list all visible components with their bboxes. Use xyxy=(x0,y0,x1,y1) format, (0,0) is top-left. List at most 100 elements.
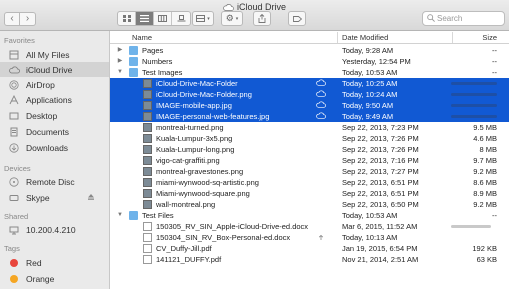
arrange-icon xyxy=(196,15,206,22)
progress-bar xyxy=(451,225,491,228)
file-size: 8 MB xyxy=(479,145,497,154)
cloud-icon xyxy=(316,79,326,88)
search-placeholder: Search xyxy=(437,14,463,23)
file-name: Kuala-Lumpur-long.png xyxy=(156,145,235,154)
file-name: IMAGE-mobile-app.jpg xyxy=(156,101,232,110)
file-name: Test Files xyxy=(142,211,174,220)
chevron-left-icon: ‹ xyxy=(10,13,14,24)
sidebar-item-skype[interactable]: Skype xyxy=(0,190,109,205)
cover-flow-button[interactable] xyxy=(172,12,190,25)
share-button[interactable] xyxy=(253,11,271,26)
progress-bar xyxy=(451,104,497,107)
file-size: 4.6 MB xyxy=(473,134,497,143)
column-divider[interactable] xyxy=(452,32,453,43)
sidebar-item-tag-orange[interactable]: Orange xyxy=(0,271,109,286)
file-size: 8.9 MB xyxy=(473,189,497,198)
tags-button[interactable] xyxy=(288,11,306,26)
folder-row[interactable]: ▼ Test Files Today, 10:53 AM -- xyxy=(110,210,509,221)
date-modified: Today, 9:50 AM xyxy=(342,101,394,110)
folder-row[interactable]: ▼ Test Images Today, 10:53 AM -- xyxy=(110,67,509,78)
sidebar-item-airdrop[interactable]: AirDrop xyxy=(0,77,109,92)
file-name: 150304_SIN_RV_Box-Personal-ed.docx xyxy=(156,233,291,242)
tag-icon xyxy=(292,15,302,22)
progress-bar xyxy=(451,93,497,96)
toolbar: iCloud Drive ‹ › ▾ ⚙ ▾ Search xyxy=(0,0,509,31)
sidebar-item-desktop[interactable]: Desktop xyxy=(0,108,109,123)
forward-button[interactable]: › xyxy=(20,12,36,26)
disclosure-open-icon[interactable]: ▼ xyxy=(116,68,124,77)
cloud-icon xyxy=(316,112,326,121)
sidebar-section-tags: Tags xyxy=(4,244,20,253)
eject-icon[interactable] xyxy=(87,193,95,203)
date-modified: Today, 10:53 AM xyxy=(342,211,398,220)
list-view-button[interactable] xyxy=(136,12,154,25)
folder-row[interactable]: ▶ Pages Today, 9:28 AM -- xyxy=(110,45,509,56)
sidebar-item-tag-red[interactable]: Red xyxy=(0,255,109,270)
back-button[interactable]: ‹ xyxy=(4,12,20,26)
sidebar-item-label: Red xyxy=(26,257,42,268)
desktop-icon xyxy=(8,110,20,122)
column-date-modified[interactable]: Date Modified xyxy=(342,33,388,42)
column-name[interactable]: Name xyxy=(132,33,152,42)
file-size: 9.2 MB xyxy=(473,200,497,209)
folder-row[interactable]: ▶ Numbers Yesterday, 12:54 PM -- xyxy=(110,56,509,67)
file-size: 192 KB xyxy=(472,244,497,253)
column-divider[interactable] xyxy=(337,32,338,43)
image-file-icon xyxy=(143,90,152,99)
file-row[interactable]: iCloud-Drive-Mac-Folder Today, 10:25 AM xyxy=(110,78,509,89)
file-row[interactable]: IMAGE-personal-web-features.jpg Today, 9:… xyxy=(110,111,509,122)
sidebar-item-shared-host[interactable]: 10.200.4.210 xyxy=(0,222,109,237)
file-row[interactable]: wall-montreal.png Sep 22, 2013, 6:50 PM 9.… xyxy=(110,199,509,210)
column-size[interactable]: Size xyxy=(482,33,497,42)
orange-tag-icon xyxy=(10,274,18,283)
file-row[interactable]: Miami-wynwood-square.png Sep 22, 2013, 6:… xyxy=(110,188,509,199)
file-row[interactable]: IMAGE-mobile-app.jpg Today, 9:50 AM xyxy=(110,100,509,111)
icon-view-button[interactable] xyxy=(118,12,136,25)
file-row[interactable]: 150305_RV_SIN_Apple-iCloud-Drive-ed.docx… xyxy=(110,221,509,232)
file-size: 63 KB xyxy=(476,255,497,264)
file-row[interactable]: montreal-gravestones.png Sep 22, 2013, 7:… xyxy=(110,166,509,177)
sidebar-item-documents[interactable]: Documents xyxy=(0,124,109,139)
file-size: 9.7 MB xyxy=(473,156,497,165)
file-row[interactable]: 150304_SIN_RV_Box-Personal-ed.docx Today,… xyxy=(110,232,509,243)
image-file-icon xyxy=(143,101,152,110)
document-icon xyxy=(143,244,152,253)
sidebar-item-downloads[interactable]: Downloads xyxy=(0,140,109,155)
file-row[interactable]: 141121_DUFFY.pdf Nov 21, 2014, 2:51 AM 63 … xyxy=(110,254,509,265)
sidebar-item-all-my-files[interactable]: All My Files xyxy=(0,47,109,62)
columns-icon xyxy=(158,15,167,22)
file-size: -- xyxy=(492,57,497,66)
arrange-button[interactable]: ▾ xyxy=(192,11,214,26)
sidebar-item-icloud-drive[interactable]: iCloud Drive xyxy=(0,62,109,77)
sidebar-item-applications[interactable]: Applications xyxy=(0,92,109,107)
action-button[interactable]: ⚙ ▾ xyxy=(221,11,243,26)
file-size: -- xyxy=(492,46,497,55)
file-row[interactable]: vigo-cat-graffiti.png Sep 22, 2013, 7:16 … xyxy=(110,155,509,166)
sidebar-item-label: Skype xyxy=(26,192,50,203)
sidebar-item-label: Applications xyxy=(26,94,72,105)
file-row[interactable]: Kuala-Lumpur-3x5.png Sep 22, 2013, 7:26 P… xyxy=(110,133,509,144)
disclosure-closed-icon[interactable]: ▶ xyxy=(116,46,124,55)
file-row[interactable]: Kuala-Lumpur-long.png Sep 22, 2013, 7:26 … xyxy=(110,144,509,155)
date-modified: Today, 9:49 AM xyxy=(342,112,394,121)
file-row[interactable]: iCloud-Drive-Mac-Folder.png Today, 10:24 … xyxy=(110,89,509,100)
file-name: Test Images xyxy=(142,68,183,77)
image-file-icon xyxy=(143,79,152,88)
file-size: -- xyxy=(492,211,497,220)
folder-icon xyxy=(129,68,138,77)
sidebar: Favorites All My Files iCloud Drive AirD… xyxy=(0,31,110,289)
column-view-button[interactable] xyxy=(154,12,172,25)
file-name: IMAGE-personal-web-features.jpg xyxy=(156,112,270,121)
file-row[interactable]: montreal-turned.png Sep 22, 2013, 7:23 PM… xyxy=(110,122,509,133)
date-modified: Today, 10:24 AM xyxy=(342,90,398,99)
disclosure-closed-icon[interactable]: ▶ xyxy=(116,57,124,66)
date-modified: Sep 22, 2013, 7:16 PM xyxy=(342,156,419,165)
file-row[interactable]: CV_Duffy-Jill.pdf Jan 19, 2015, 6:54 PM 19… xyxy=(110,243,509,254)
file-row[interactable]: miami-wynwood-sq-artistic.png Sep 22, 201… xyxy=(110,177,509,188)
date-modified: Sep 22, 2013, 6:51 PM xyxy=(342,189,419,198)
folder-icon xyxy=(129,211,138,220)
disclosure-open-icon[interactable]: ▼ xyxy=(116,211,124,220)
sidebar-item-remote-disc[interactable]: Remote Disc xyxy=(0,174,109,189)
folder-icon xyxy=(129,57,138,66)
search-field[interactable]: Search xyxy=(422,11,505,26)
